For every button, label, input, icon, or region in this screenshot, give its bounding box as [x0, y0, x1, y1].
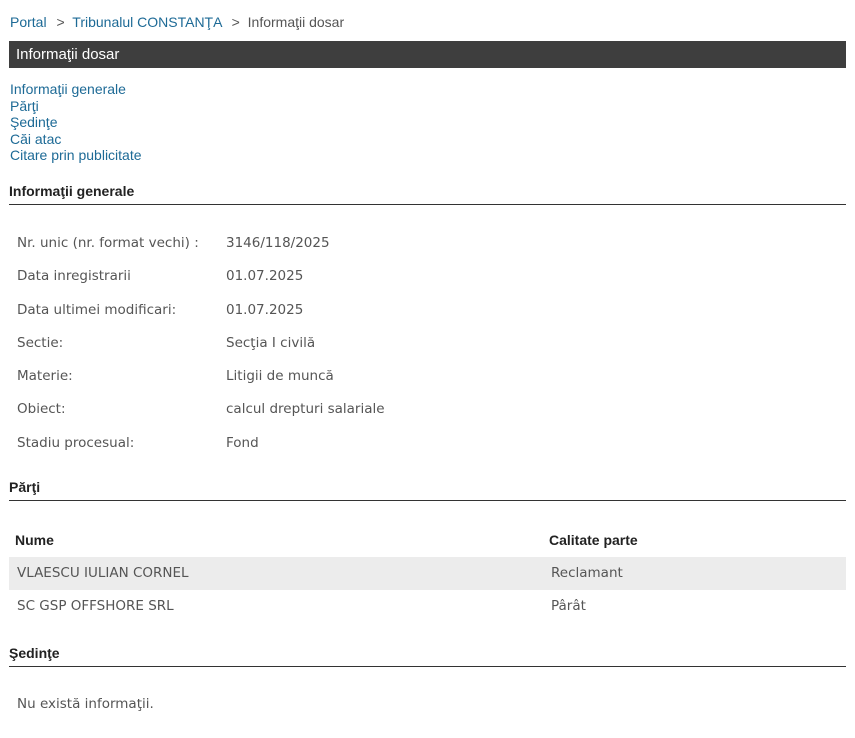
section-nav: Informaţii generale Părţi Şedinţe Căi at… [10, 81, 142, 164]
info-row-case-number: Nr. unic (nr. format vechi) : 3146/118/2… [17, 227, 385, 260]
info-label: Stadiu procesual: [17, 434, 135, 451]
info-label: Nr. unic (nr. format vechi) : [17, 235, 199, 251]
nav-link-hearings[interactable]: Şedinţe [10, 114, 142, 131]
nav-link-appeals[interactable]: Căi atac [10, 131, 142, 148]
breadcrumb-separator: > [231, 14, 240, 30]
page-title: Informaţii dosar [9, 41, 846, 68]
info-value: 3146/118/2025 [226, 235, 330, 251]
party-role: Pârât [551, 598, 586, 614]
nav-link-parties[interactable]: Părţi [10, 98, 142, 115]
info-row-registration-date: Data inregistrarii 01.07.2025 [17, 260, 385, 293]
info-row-matter: Materie: Litigii de muncă [17, 360, 385, 393]
info-row-section: Sectie: Secţia I civilă [17, 327, 385, 360]
info-value: Secţia I civilă [226, 334, 316, 351]
info-label: Sectie: [17, 334, 64, 351]
info-row-stage: Stadiu procesual: Fond [17, 427, 385, 460]
info-row-object: Obiect: calcul drepturi salariale [17, 393, 385, 426]
column-header-name: Nume [15, 532, 54, 548]
parties-table-header: Nume Calitate parte [9, 523, 846, 557]
info-value: 01.07.2025 [226, 301, 304, 318]
breadcrumb-current: Informaţii dosar [247, 14, 345, 30]
party-name: VLAESCU IULIAN CORNEL [17, 565, 189, 581]
column-header-role: Calitate parte [549, 532, 638, 548]
breadcrumb-separator: > [56, 14, 65, 30]
nav-link-public-summons[interactable]: Citare prin publicitate [10, 147, 142, 164]
general-info-table: Nr. unic (nr. format vechi) : 3146/118/2… [17, 227, 385, 460]
hearings-empty-message: Nu există informaţii. [17, 696, 154, 712]
party-name: SC GSP OFFSHORE SRL [17, 598, 174, 614]
info-row-last-modified: Data ultimei modificari: 01.07.2025 [17, 294, 385, 327]
nav-link-general-info[interactable]: Informaţii generale [10, 81, 142, 98]
info-value: Fond [226, 434, 259, 451]
info-value: Litigii de muncă [226, 368, 334, 385]
section-heading-parties: Părţi [9, 479, 846, 501]
section-heading-general-info: Informaţii generale [9, 183, 846, 205]
table-row: SC GSP OFFSHORE SRL Pârât [9, 590, 846, 623]
info-label: Materie: [17, 368, 73, 385]
info-label: Data inregistrarii [17, 268, 131, 285]
info-value: calcul drepturi salariale [226, 401, 385, 418]
info-label: Data ultimei modificari: [17, 301, 177, 318]
info-label: Obiect: [17, 401, 66, 418]
section-heading-hearings: Şedinţe [9, 645, 846, 667]
breadcrumb: Portal > Tribunalul CONSTANŢA > Informaţ… [10, 14, 344, 30]
info-value: 01.07.2025 [226, 268, 304, 285]
breadcrumb-portal-link[interactable]: Portal [10, 14, 47, 30]
party-role: Reclamant [551, 565, 623, 581]
table-row: VLAESCU IULIAN CORNEL Reclamant [9, 557, 846, 590]
breadcrumb-court-link[interactable]: Tribunalul CONSTANŢA [72, 14, 221, 30]
